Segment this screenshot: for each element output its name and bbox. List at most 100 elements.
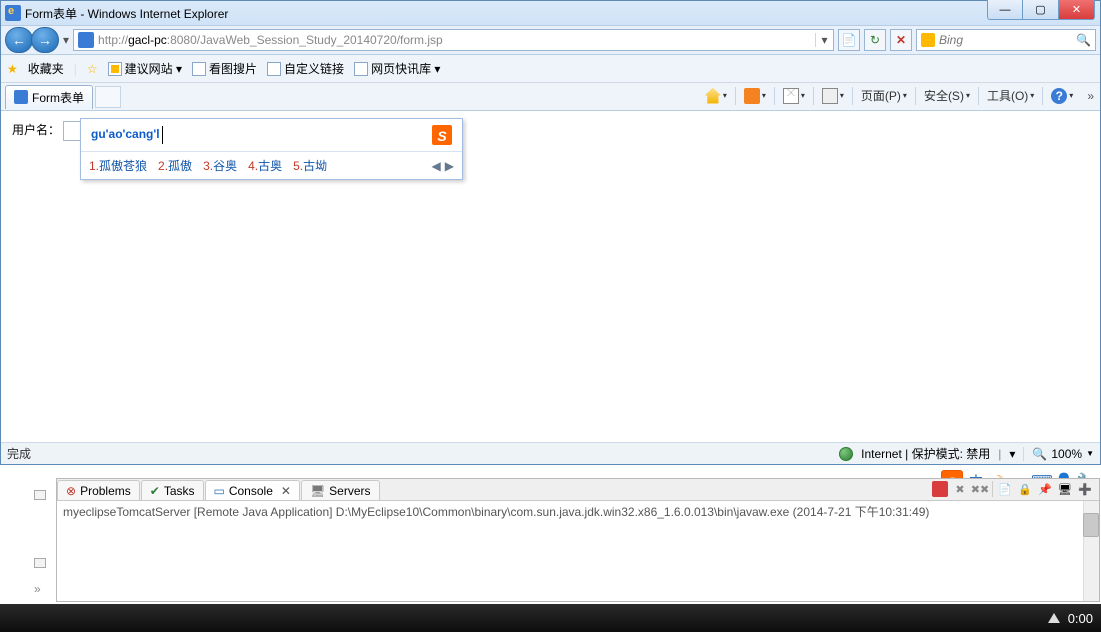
new-tab-button[interactable] xyxy=(95,86,121,108)
ime-candidate-3[interactable]: 3.谷奥 xyxy=(203,157,237,174)
page-content: 用户名： 提 gu'ao'cang'l S 1.孤傲苍狼 2.孤傲 3.谷奥 4… xyxy=(2,113,1099,440)
ime-prev-icon[interactable]: ◀ xyxy=(432,159,441,173)
print-icon xyxy=(822,88,838,104)
ie-icon xyxy=(5,5,21,21)
overflow-chevron[interactable]: » xyxy=(1087,89,1094,103)
back-button[interactable]: ← xyxy=(5,27,33,53)
tab-form[interactable]: Form表单 xyxy=(5,85,93,109)
bing-icon xyxy=(921,33,935,47)
console-toolbar: ✖ ✖✖ 📄 🔒 📌 🖥 ➕ xyxy=(932,481,1093,497)
url-dropdown[interactable]: ▾ xyxy=(815,33,833,47)
gutter-chevron-icon[interactable]: » xyxy=(34,582,46,592)
forward-button[interactable]: → xyxy=(31,27,59,53)
clear-console-icon[interactable]: 📄 xyxy=(997,481,1013,497)
ime-candidate-window: gu'ao'cang'l S 1.孤傲苍狼 2.孤傲 3.谷奥 4.古奥 5.古… xyxy=(80,118,463,180)
ime-composition: gu'ao'cang'l xyxy=(91,127,160,141)
ie-icon xyxy=(14,90,28,104)
search-box[interactable]: Bing 🔍 xyxy=(916,29,1096,51)
zoom-dropdown[interactable]: ▼ xyxy=(1086,449,1094,458)
taskbar-clock[interactable]: 0:00 xyxy=(1068,611,1093,626)
compat-button[interactable]: 📄 xyxy=(838,29,860,51)
titlebar: Form表单 - Windows Internet Explorer — ▢ ✕ xyxy=(1,1,1100,25)
eclipse-tabs: ⊗Problems ✔Tasks ▭Console✕ 🖥Servers ✖ ✖✖… xyxy=(57,479,1099,501)
home-button[interactable]: ▾ xyxy=(701,86,731,106)
tray-overflow-icon[interactable] xyxy=(1048,613,1060,623)
ie-window: Form表单 - Windows Internet Explorer — ▢ ✕… xyxy=(0,0,1101,465)
refresh-button[interactable]: ↻ xyxy=(864,29,886,51)
rss-icon xyxy=(744,88,760,104)
remove-launch-icon[interactable]: ✖ xyxy=(952,481,968,497)
maximize-button[interactable]: ▢ xyxy=(1023,0,1059,20)
add-fav-icon[interactable]: ☆ xyxy=(87,62,98,76)
zone-text: Internet | 保护模式: 禁用 xyxy=(861,445,990,462)
fav-item-suggested[interactable]: 建议网站 ▾ xyxy=(108,60,182,77)
protected-dropdown[interactable]: ▾ xyxy=(1009,447,1015,461)
search-placeholder: Bing xyxy=(939,33,1072,47)
tab-servers[interactable]: 🖥Servers xyxy=(301,480,380,500)
ime-candidate-4[interactable]: 4.古奥 xyxy=(248,157,282,174)
favorites-bar: ★ 收藏夹 | ☆ 建议网站 ▾ 看图搜片 自定义链接 网页快讯库 ▾ xyxy=(1,55,1100,83)
page-icon xyxy=(267,62,281,76)
fav-item-custom[interactable]: 自定义链接 xyxy=(267,60,344,77)
tab-tasks[interactable]: ✔Tasks xyxy=(141,480,204,500)
console-body: myeclipseTomcatServer [Remote Java Appli… xyxy=(57,501,1099,601)
nav-row: ← → ▾ http:// gacl-pc :8080/JavaWeb_Sess… xyxy=(1,25,1100,55)
print-button[interactable]: ▾ xyxy=(818,86,848,106)
zoom-icon[interactable]: 🔍 xyxy=(1032,447,1047,461)
username-label: 用户名： xyxy=(12,123,60,137)
fav-item-imgsearch[interactable]: 看图搜片 xyxy=(192,60,257,77)
fav-item-webslice[interactable]: 网页快讯库 ▾ xyxy=(354,60,440,77)
gutter-marker[interactable] xyxy=(34,558,46,568)
search-icon[interactable]: 🔍 xyxy=(1076,33,1091,47)
ime-candidate-1[interactable]: 1.孤傲苍狼 xyxy=(89,157,147,174)
tab-problems[interactable]: ⊗Problems xyxy=(57,480,140,500)
status-text: 完成 xyxy=(7,445,31,462)
command-bar: ▾ ▾ ▾ ▾ 页面(P) ▾ 安全(S) ▾ 工具(O) ▾ ?▾ » xyxy=(701,85,1094,106)
url-path: :8080/JavaWeb_Session_Study_20140720/for… xyxy=(167,33,815,47)
ime-next-icon[interactable]: ▶ xyxy=(445,159,454,173)
url-host: gacl-pc xyxy=(128,33,167,47)
ime-candidate-5[interactable]: 5.古坳 xyxy=(293,157,327,174)
close-icon[interactable]: ✕ xyxy=(281,484,291,498)
help-icon: ? xyxy=(1051,88,1067,104)
page-icon xyxy=(192,62,206,76)
help-button[interactable]: ?▾ xyxy=(1047,86,1077,106)
page-orange-icon xyxy=(108,62,122,76)
pin-console-icon[interactable]: 📌 xyxy=(1037,481,1053,497)
tab-label: Form表单 xyxy=(32,89,84,106)
status-bar: 完成 Internet | 保护模式: 禁用 | ▾ 🔍 100% ▼ xyxy=(1,442,1100,464)
gutter-marker[interactable] xyxy=(34,490,46,500)
address-bar[interactable]: http:// gacl-pc :8080/JavaWeb_Session_St… xyxy=(73,29,834,51)
tabs-row: Form表单 ▾ ▾ ▾ ▾ 页面(P) ▾ 安全(S) ▾ 工具(O) ▾ ?… xyxy=(1,83,1100,111)
page-menu[interactable]: 页面(P) ▾ xyxy=(857,85,911,106)
history-dropdown[interactable]: ▾ xyxy=(63,33,69,47)
close-button[interactable]: ✕ xyxy=(1059,0,1095,20)
page-icon xyxy=(78,32,94,48)
scrollbar-thumb[interactable] xyxy=(1083,513,1099,537)
rss-button[interactable]: ▾ xyxy=(740,86,770,106)
favorites-label[interactable]: 收藏夹 xyxy=(28,60,64,77)
minimize-button[interactable]: — xyxy=(987,0,1023,20)
tab-console[interactable]: ▭Console✕ xyxy=(205,480,300,500)
console-line: myeclipseTomcatServer [Remote Java Appli… xyxy=(63,505,929,519)
display-console-icon[interactable]: 🖥 xyxy=(1057,481,1073,497)
globe-icon xyxy=(839,447,853,461)
mail-icon xyxy=(783,88,799,104)
safety-menu[interactable]: 安全(S) ▾ xyxy=(920,85,974,106)
ime-cursor xyxy=(162,126,163,144)
open-console-icon[interactable]: ➕ xyxy=(1077,481,1093,497)
terminate-icon[interactable] xyxy=(932,481,948,497)
eclipse-console-panel: ⊗Problems ✔Tasks ▭Console✕ 🖥Servers ✖ ✖✖… xyxy=(56,478,1100,602)
windows-taskbar: 0:00 xyxy=(0,604,1101,632)
home-icon xyxy=(705,88,721,104)
stop-button[interactable]: ✕ xyxy=(890,29,912,51)
scroll-lock-icon[interactable]: 🔒 xyxy=(1017,481,1033,497)
url-scheme: http:// xyxy=(98,33,128,47)
page-icon xyxy=(354,62,368,76)
remove-all-icon[interactable]: ✖✖ xyxy=(972,481,988,497)
mail-button[interactable]: ▾ xyxy=(779,86,809,106)
ime-candidate-2[interactable]: 2.孤傲 xyxy=(158,157,192,174)
tools-menu[interactable]: 工具(O) ▾ xyxy=(983,85,1038,106)
favorites-star-icon[interactable]: ★ xyxy=(7,62,18,76)
sogou-logo-icon: S xyxy=(432,125,452,145)
